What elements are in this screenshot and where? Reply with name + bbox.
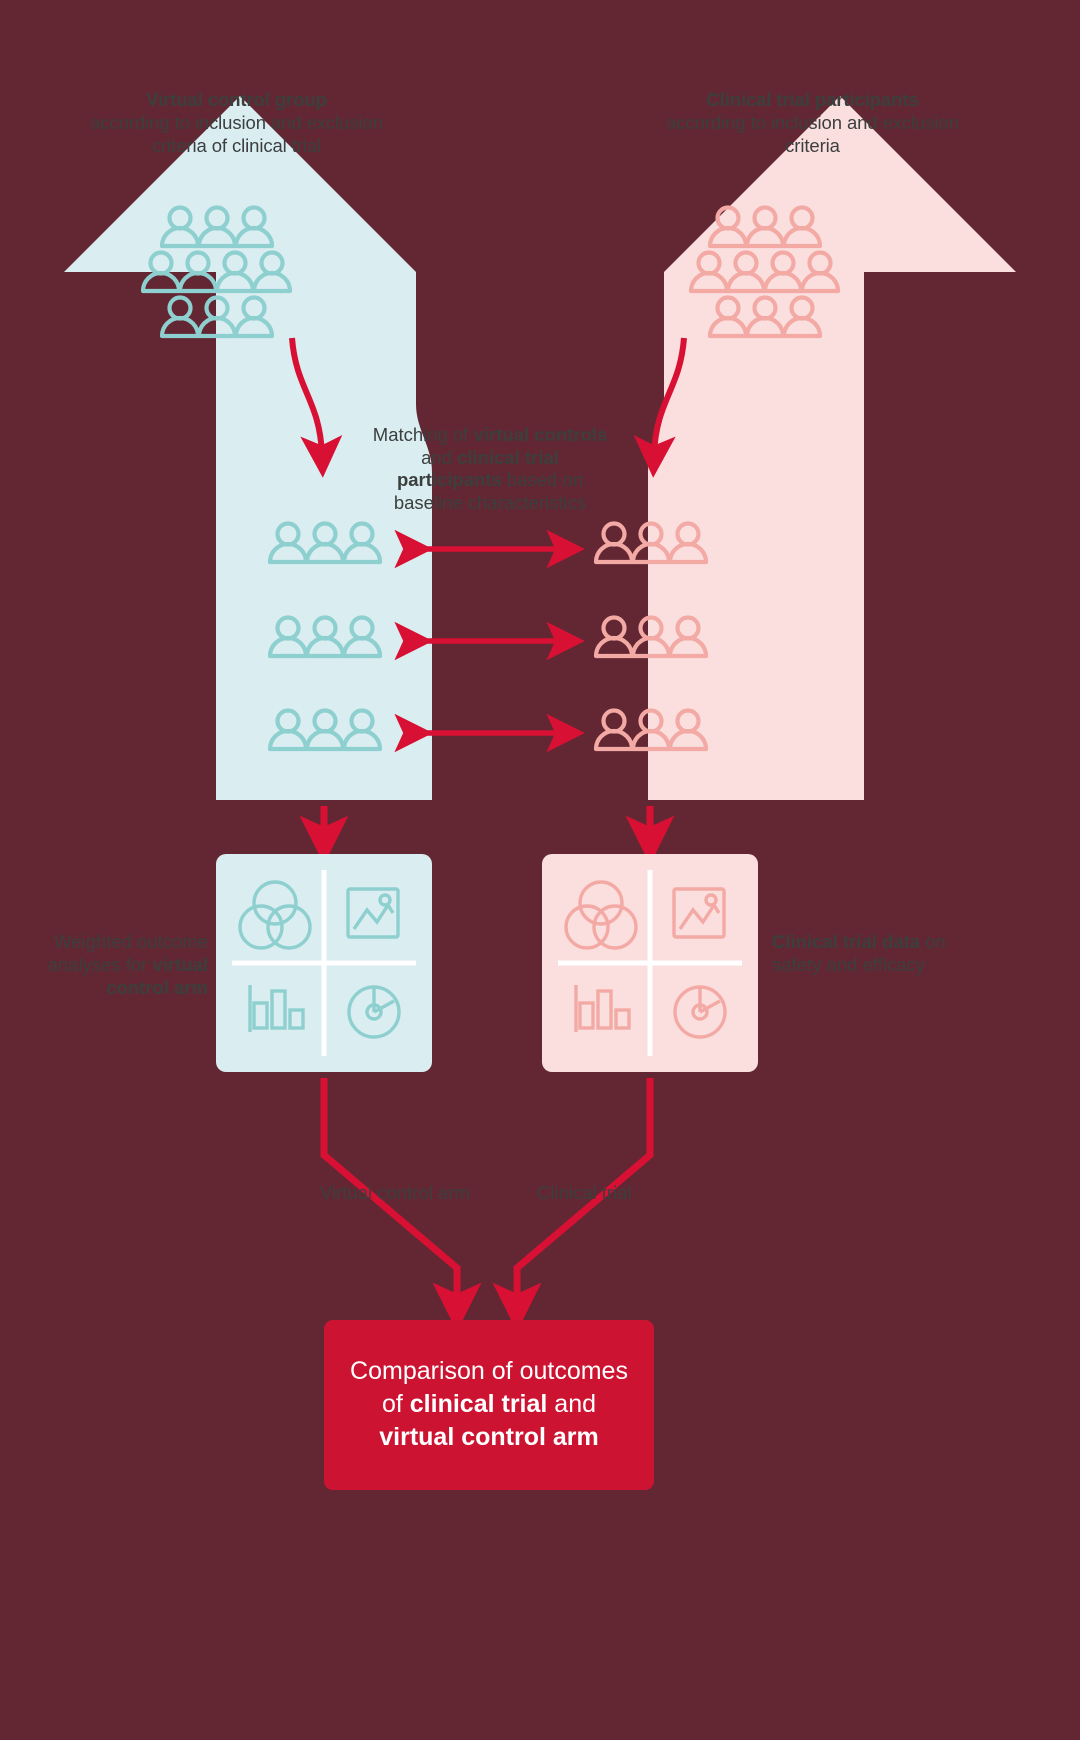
result-line-3-bold: virtual control arm (379, 1423, 599, 1451)
title-left-bold: Virtual control group (146, 89, 327, 110)
result-line-2-post: and (547, 1390, 597, 1418)
weighted-outcome-label: Weighted outcome analyses for virtual co… (18, 930, 208, 999)
matching-pre: Matching of (372, 424, 474, 445)
clinical-trial-funnel (648, 96, 1016, 800)
matching-mid: and (421, 446, 458, 468)
label-right-bold: Clinical trial data (772, 931, 921, 952)
clinical-trial-data-label: Clinical trial data on safety and effica… (772, 930, 962, 976)
clinical-trial-outcome-panel (542, 854, 758, 1072)
title-right-rest: according to inclusion and exclusion cri… (666, 112, 959, 156)
comparison-result-text: Comparison of outcomes of clinical trial… (324, 1355, 654, 1454)
clinical-trial-participants-title: Clinical trial participants according to… (640, 88, 985, 157)
result-line-2-bold: clinical trial (409, 1390, 548, 1418)
virtual-control-outcome-panel (216, 854, 432, 1072)
flow-label-clinical-trial: Clinical trial (537, 1182, 632, 1203)
result-line-2-pre: of (381, 1390, 410, 1418)
infographic-canvas: Virtual control group according to inclu… (0, 0, 1080, 1740)
matching-bold-virtual-controls: virtual controls (473, 424, 608, 445)
matching-arrows (394, 529, 585, 753)
virtual-control-group-title: Virtual control group according to inclu… (64, 88, 409, 157)
result-line-1: Comparison of outcomes (350, 1357, 628, 1385)
title-right-bold: Clinical trial participants (706, 89, 919, 110)
title-left-rest: according to inclusion and exclusion cri… (90, 112, 383, 156)
matching-description: Matching of virtual controls and clinica… (372, 424, 608, 514)
flow-label-virtual-control-arm: Virtual control arm (320, 1182, 470, 1203)
